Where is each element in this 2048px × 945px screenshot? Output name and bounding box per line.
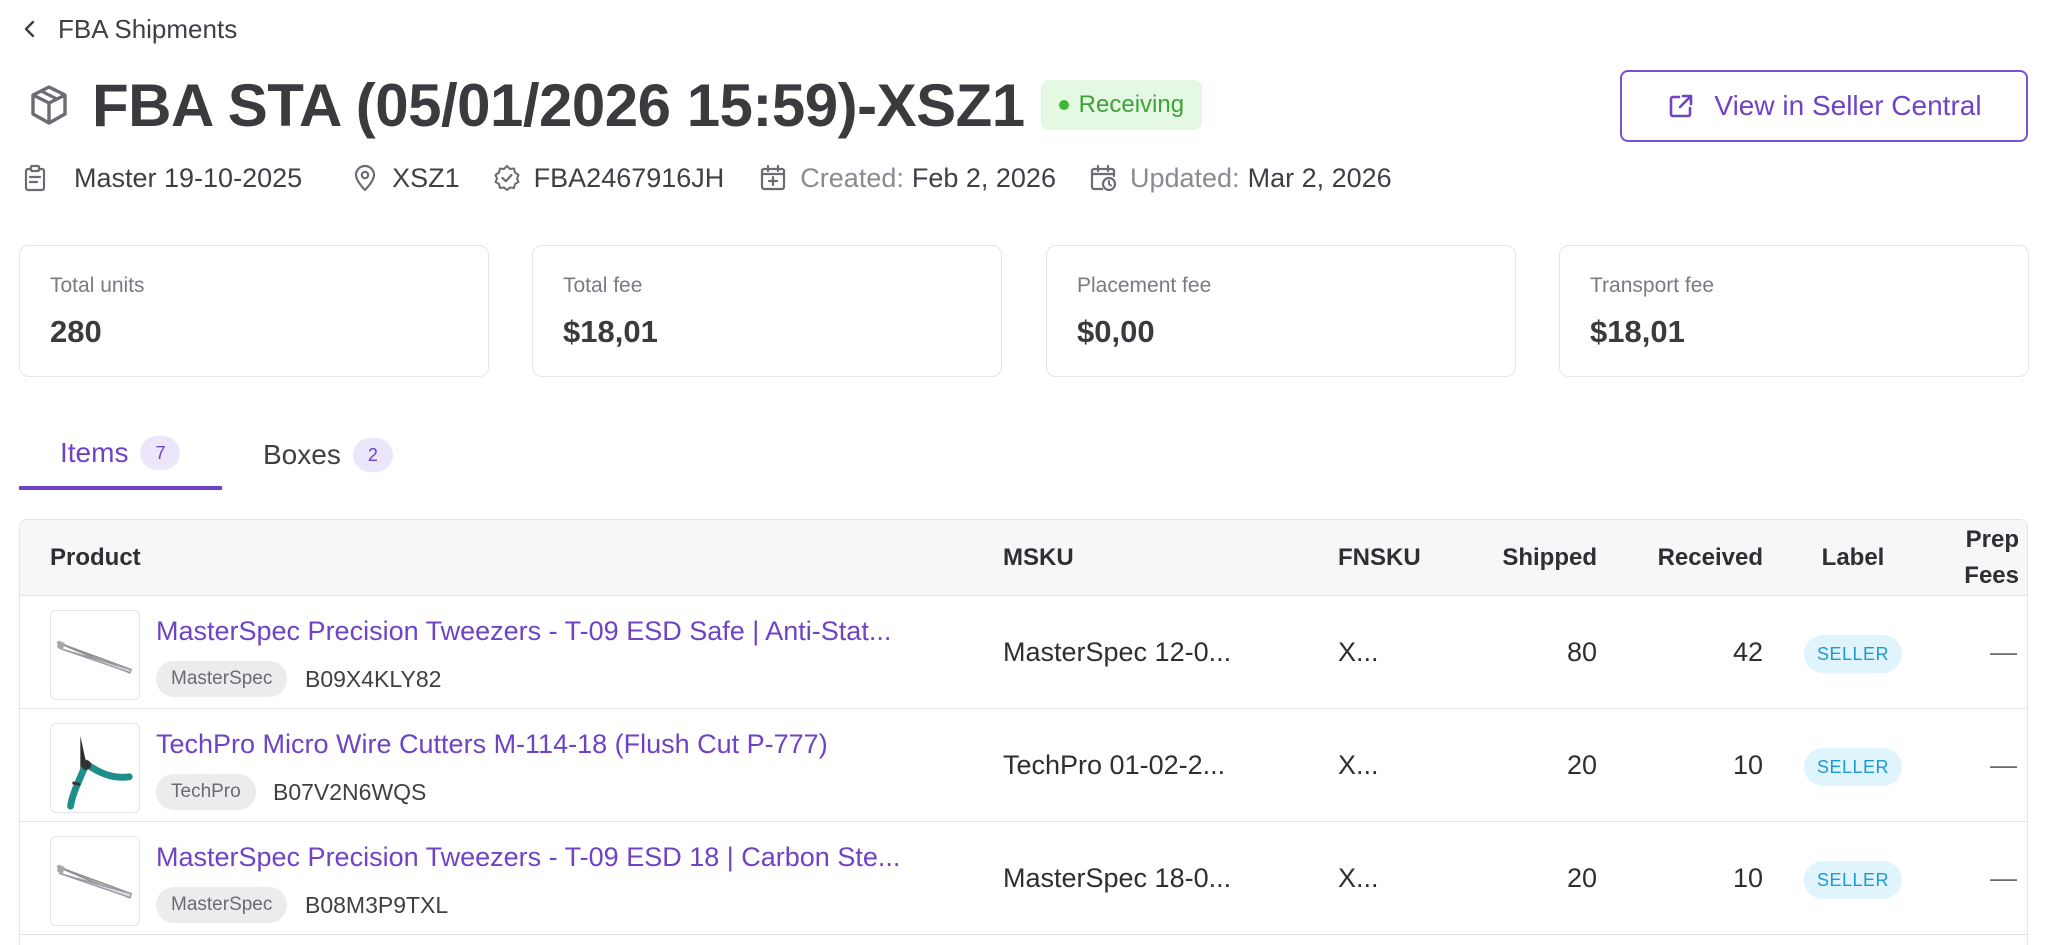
updated-date: Mar 2, 2026: [1247, 162, 1392, 193]
stat-label: Transport fee: [1590, 274, 1715, 297]
stat-value: $18,01: [563, 314, 658, 349]
destination-code: XSZ1: [392, 162, 460, 193]
product-thumbnail[interactable]: [50, 610, 140, 700]
prep-fees-line-1: Prep: [1965, 526, 2019, 553]
column-header-shipped[interactable]: Shipped: [1450, 520, 1597, 596]
fnsku-cell: X...: [1338, 863, 1379, 893]
product-name-link[interactable]: MasterSpec Precision Tweezers - T-09 ESD…: [156, 616, 891, 647]
tab-boxes-count: 2: [352, 438, 393, 472]
clipboard-icon: [24, 164, 46, 192]
label-owner-badge: SELLER: [1804, 861, 1902, 899]
tab-boxes[interactable]: Boxes 2: [263, 420, 393, 490]
updated-label: Updated:: [1129, 162, 1240, 193]
package-icon: [31, 85, 67, 125]
chevron-left-icon: [24, 20, 35, 38]
product-thumbnail[interactable]: [50, 723, 140, 813]
tab-boxes-label: Boxes: [263, 439, 341, 470]
label-owner-badge: SELLER: [1804, 748, 1902, 786]
meta-created: Created: Feb 2, 2026: [758, 163, 1056, 194]
back-link-label: FBA Shipments: [58, 13, 238, 44]
product-name-link[interactable]: TechPro Micro Wire Cutters M-114-18 (Flu…: [156, 729, 828, 760]
received-cell: 42: [1732, 637, 1763, 667]
stat-card-transport-fee: Transport fee $18,01: [1559, 245, 2029, 377]
fnsku-cell: X...: [1338, 637, 1379, 667]
tab-items-count: 7: [140, 436, 181, 470]
tweezers-icon: [56, 864, 133, 899]
page-title: FBA STA (05/01/2026 15:59)-XSZ1: [92, 71, 1025, 139]
shipment-id: FBA2467916JH: [533, 162, 725, 193]
table-row[interactable]: TechPro Micro Wire Cutters M-114-18 (Flu…: [20, 709, 2027, 822]
column-header-msku[interactable]: MSKU: [1003, 520, 1074, 596]
received-cell: 10: [1732, 863, 1763, 893]
stat-label: Total units: [50, 274, 145, 297]
tab-bar: Items 7 Boxes 2: [19, 420, 2028, 490]
shipped-cell: 20: [1566, 863, 1597, 893]
calendar-plus-icon: [761, 164, 786, 191]
stat-label: Placement fee: [1077, 274, 1212, 297]
tab-items-label: Items: [60, 437, 129, 468]
product-thumbnail[interactable]: [50, 836, 140, 926]
stat-card-placement-fee: Placement fee $0,00: [1046, 245, 1516, 377]
items-table: Product MSKU FNSKU Shipped Received Labe…: [19, 519, 2028, 945]
brand-badge: MasterSpec: [156, 661, 288, 697]
stat-label: Total fee: [563, 274, 643, 297]
plan-name: Master 19-10-2025: [74, 162, 303, 193]
page-header: FBA STA (05/01/2026 15:59)-XSZ1 Receivin…: [26, 66, 1203, 144]
stat-value: $0,00: [1077, 314, 1155, 349]
product-name-link[interactable]: MasterSpec Precision Tweezers - T-09 ESD…: [156, 842, 900, 873]
meta-plan: Master 19-10-2025: [20, 163, 302, 194]
shipment-meta: Master 19-10-2025 XSZ1 FBA2467916JH Crea…: [20, 158, 1392, 198]
column-header-label[interactable]: Label: [1804, 520, 1902, 596]
received-cell: 10: [1732, 750, 1763, 780]
column-header-received[interactable]: Received: [1620, 520, 1763, 596]
shipped-cell: 20: [1566, 750, 1597, 780]
external-link-icon: [1670, 94, 1693, 118]
asin: B09X4KLY82: [305, 665, 442, 692]
meta-destination: XSZ1: [350, 163, 460, 194]
status-label: Receiving: [1078, 91, 1185, 118]
tweezers-icon: [56, 640, 133, 674]
tab-items[interactable]: Items 7: [19, 420, 222, 490]
column-header-prep-fees[interactable]: Prep Fees: [1920, 520, 2019, 596]
meta-updated: Updated: Mar 2, 2026: [1088, 163, 1392, 194]
wire-cutter-icon: [67, 735, 133, 810]
msku-cell: MasterSpec 12-0...: [1003, 637, 1232, 667]
view-in-seller-central-label: View in Seller Central: [1714, 90, 1982, 121]
created-label: Created:: [800, 162, 904, 193]
created-date: Feb 2, 2026: [911, 162, 1056, 193]
prep-fees-cell: —: [1990, 750, 2017, 780]
label-owner-badge: SELLER: [1804, 635, 1902, 673]
status-dot: [1058, 100, 1069, 110]
msku-cell: MasterSpec 18-0...: [1003, 863, 1232, 893]
stat-value: 280: [50, 314, 102, 349]
meta-shipment-id: FBA2467916JH: [492, 162, 725, 194]
column-header-product[interactable]: Product: [50, 520, 141, 596]
table-row[interactable]: MasterSpec Precision Tweezers - T-09 ESD…: [20, 822, 2027, 935]
view-in-seller-central-button[interactable]: View in Seller Central: [1620, 70, 2028, 142]
back-link[interactable]: FBA Shipments: [20, 12, 237, 46]
prep-fees-cell: —: [1990, 863, 2017, 893]
shipped-cell: 80: [1566, 637, 1597, 667]
table-header: Product MSKU FNSKU Shipped Received Labe…: [20, 520, 2027, 596]
asin: B07V2N6WQS: [273, 778, 427, 805]
table-row[interactable]: MasterSpec Precision Tweezers - T-09 ESD…: [20, 596, 2027, 709]
fnsku-cell: X...: [1338, 750, 1379, 780]
prep-fees-line-2: Fees: [1964, 562, 2019, 589]
msku-cell: TechPro 01-02-2...: [1003, 750, 1226, 780]
stat-card-total-units: Total units 280: [19, 245, 489, 377]
asin: B08M3P9TXL: [305, 891, 449, 918]
stat-value: $18,01: [1590, 314, 1685, 349]
prep-fees-cell: —: [1990, 637, 2017, 667]
status-badge: Receiving: [1040, 80, 1203, 130]
brand-badge: MasterSpec: [156, 887, 288, 923]
calendar-clock-icon: [1090, 164, 1117, 192]
column-header-fnsku[interactable]: FNSKU: [1338, 520, 1421, 596]
map-pin-icon: [355, 164, 376, 192]
stat-card-total-fee: Total fee $18,01: [532, 245, 1002, 377]
brand-badge: TechPro: [156, 774, 256, 810]
verified-badge-icon: [494, 165, 520, 191]
